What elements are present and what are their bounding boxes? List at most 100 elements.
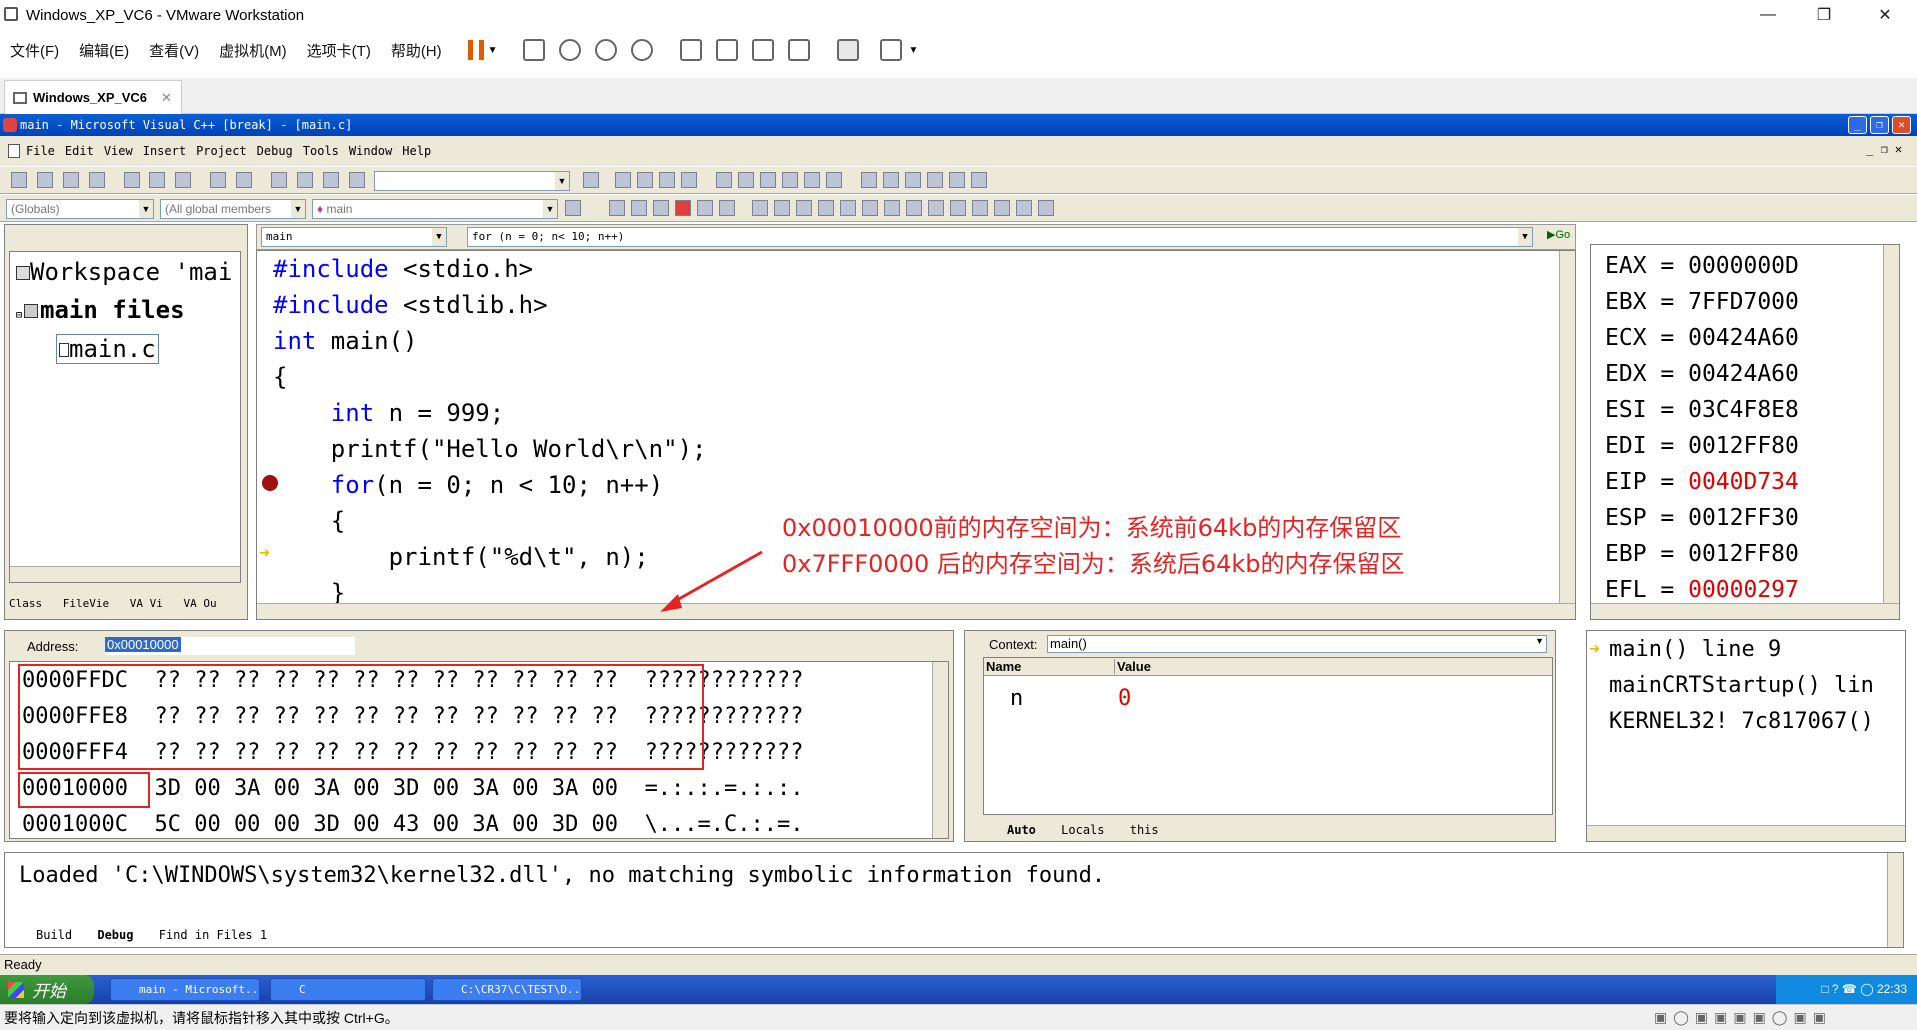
new-file-icon[interactable] xyxy=(11,172,27,188)
build-icon[interactable] xyxy=(637,172,653,188)
va-icon-1[interactable] xyxy=(609,200,625,216)
va-icon-9[interactable] xyxy=(795,200,812,216)
find-in-files-icon[interactable] xyxy=(348,172,365,188)
mdi-controls[interactable]: _ ❐ ✕ xyxy=(1866,142,1902,156)
tab-build[interactable]: Build xyxy=(36,928,72,942)
revert-snapshot-icon[interactable] xyxy=(594,39,617,61)
va-icon-15[interactable] xyxy=(971,200,988,216)
variable-name-n[interactable]: n xyxy=(1010,686,1023,711)
paste-icon[interactable] xyxy=(175,172,192,188)
vc-menu-view[interactable]: View xyxy=(104,144,133,158)
disassembly-icon[interactable] xyxy=(970,172,987,188)
watch-icon[interactable] xyxy=(860,172,877,188)
vc-menu-window[interactable]: Window xyxy=(349,144,392,158)
vc-menu-project[interactable]: Project xyxy=(196,144,247,158)
menu-tabs[interactable]: 选项卡(T) xyxy=(307,40,371,61)
va-icon-7[interactable] xyxy=(751,200,768,216)
unity-icon[interactable] xyxy=(787,39,810,61)
editor-vscrollbar[interactable] xyxy=(1559,251,1575,603)
snapshot-manager-icon[interactable] xyxy=(630,39,653,61)
minimize-icon[interactable]: — xyxy=(1745,0,1791,30)
wizard-action-icon[interactable] xyxy=(565,200,581,216)
registers-hscrollbar[interactable] xyxy=(1591,603,1899,619)
variables-icon[interactable] xyxy=(882,172,899,188)
va-back-icon[interactable] xyxy=(883,200,900,216)
vc-menu-file[interactable]: File xyxy=(26,144,55,158)
va-icon-2[interactable] xyxy=(631,200,647,216)
compile-icon[interactable] xyxy=(615,172,631,188)
menu-help[interactable]: 帮助(H) xyxy=(391,40,442,61)
col-value[interactable]: Value xyxy=(1114,659,1151,674)
restore-icon[interactable]: ❐ xyxy=(1801,0,1847,30)
vc-close-icon[interactable]: ✕ xyxy=(1892,116,1911,134)
tab-find-in-files[interactable]: Find in Files 1 xyxy=(159,928,267,942)
col-name[interactable]: Name xyxy=(986,659,1021,674)
copy-icon[interactable] xyxy=(149,172,166,188)
globals-combo[interactable]: (Globals) ▼ xyxy=(6,199,154,219)
save-icon[interactable] xyxy=(62,172,79,188)
taskbar-item-folder[interactable]: C xyxy=(270,978,426,1001)
va-icon-3[interactable] xyxy=(653,200,669,216)
tab-classview[interactable]: Class xyxy=(9,597,42,610)
memory-dump[interactable]: 0000FFDC ?? ?? ?? ?? ?? ?? ?? ?? ?? ?? ?… xyxy=(9,661,949,839)
redo-icon[interactable] xyxy=(236,172,253,188)
vc-menu-help[interactable]: Help xyxy=(402,144,431,158)
execute-icon[interactable] xyxy=(681,172,697,188)
find-icon[interactable] xyxy=(583,172,599,188)
tab-locals[interactable]: Locals xyxy=(1061,823,1104,837)
va-icon-11[interactable] xyxy=(839,200,856,216)
output-vscrollbar[interactable] xyxy=(1887,853,1903,947)
vc-minimize-icon[interactable]: _ xyxy=(1848,116,1867,134)
memory-icon[interactable] xyxy=(926,172,943,188)
thumbnail-view-icon[interactable] xyxy=(715,39,738,61)
save-all-icon[interactable] xyxy=(88,172,105,188)
open-icon[interactable] xyxy=(36,172,53,188)
memory-vscrollbar[interactable] xyxy=(932,662,948,838)
vc-menu-edit[interactable]: Edit xyxy=(65,144,94,158)
workspace-hscrollbar[interactable] xyxy=(10,566,240,582)
pause-icon[interactable] xyxy=(467,40,484,60)
workspace-root[interactable]: Workspace 'mai xyxy=(16,258,232,286)
address-input[interactable]: 0x00010000 xyxy=(105,637,355,655)
tab-vm[interactable]: Windows_XP_VC6 ✕ xyxy=(4,80,182,114)
va-icon-6[interactable] xyxy=(719,200,735,216)
va-icon-12[interactable] xyxy=(861,200,878,216)
menu-view[interactable]: 查看(V) xyxy=(149,40,199,61)
project-node[interactable]: ⊟ main files xyxy=(16,296,185,324)
close-tab-icon[interactable]: ✕ xyxy=(161,90,172,106)
menu-vm[interactable]: 虚拟机(M) xyxy=(219,40,287,61)
menu-file[interactable]: 文件(F) xyxy=(10,40,59,61)
callstack-hscrollbar[interactable] xyxy=(1587,825,1905,841)
close-icon[interactable]: ✕ xyxy=(1862,0,1908,30)
stop-build-icon[interactable] xyxy=(659,172,675,188)
step-over-icon[interactable] xyxy=(759,172,776,188)
tab-debug[interactable]: Debug xyxy=(97,928,133,942)
quickwatch-icon[interactable] xyxy=(825,172,842,188)
taskbar-item-vc[interactable]: main - Microsoft... xyxy=(110,978,260,1001)
tab-va-outline[interactable]: VA Ou xyxy=(183,597,216,610)
go-icon[interactable] xyxy=(715,172,732,188)
editor-function-combo[interactable]: main ▼ xyxy=(261,227,447,247)
vc-menu-insert[interactable]: Insert xyxy=(143,144,186,158)
va-icon-16[interactable] xyxy=(993,200,1010,216)
tab-this[interactable]: this xyxy=(1130,823,1159,837)
output-icon[interactable] xyxy=(296,172,313,188)
cut-icon[interactable] xyxy=(123,172,140,188)
function-combo[interactable]: ♦ main ▼ xyxy=(312,199,558,219)
tab-fileview[interactable]: FileVie xyxy=(63,597,109,610)
editor-scope-combo[interactable]: for (n = 0; n< 10; n++) ▼ xyxy=(467,227,1533,247)
va-forward-icon[interactable] xyxy=(905,200,922,216)
taskbar-item-console[interactable]: C:\CR37\C\TEST\D... xyxy=(432,978,582,1001)
va-icon-4[interactable] xyxy=(675,200,691,216)
run-to-cursor-icon[interactable] xyxy=(803,172,820,188)
file-node-main-c[interactable]: main.c xyxy=(56,334,159,364)
step-out-icon[interactable] xyxy=(781,172,798,188)
step-into-icon[interactable] xyxy=(737,172,754,188)
registers-icon[interactable] xyxy=(904,172,921,188)
callstack-icon[interactable] xyxy=(948,172,965,188)
va-icon-5[interactable] xyxy=(697,200,713,216)
find-combo[interactable]: ▼ xyxy=(374,171,570,191)
va-icon-8[interactable] xyxy=(773,200,790,216)
window-list-icon[interactable] xyxy=(322,172,339,188)
dropdown-icon[interactable]: ▼ xyxy=(488,45,498,56)
